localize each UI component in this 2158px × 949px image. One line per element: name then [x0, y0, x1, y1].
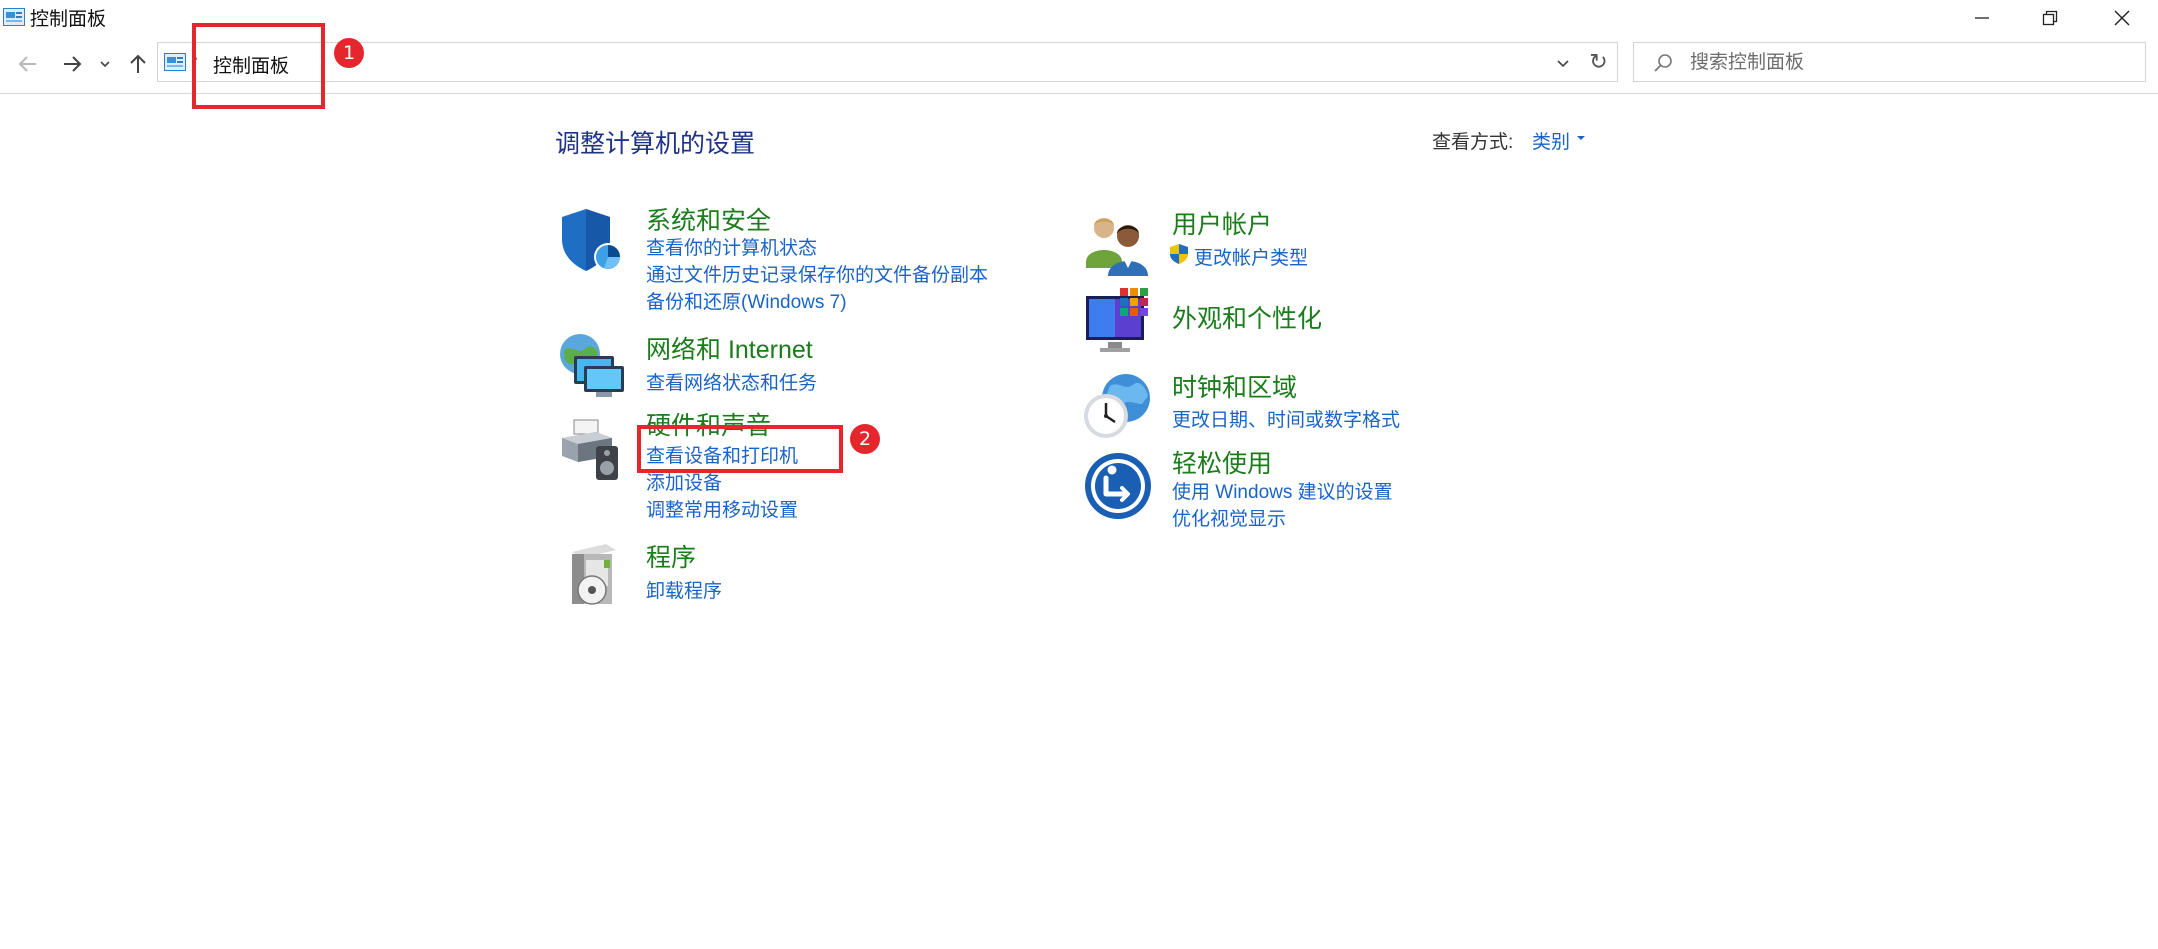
view-by-dropdown[interactable]: 类别 — [1532, 127, 1570, 154]
category-appearance-personalization[interactable]: 外观和个性化 — [1172, 299, 1322, 335]
up-button[interactable] — [122, 48, 154, 80]
address-history-dropdown[interactable] — [1548, 48, 1578, 78]
link-windows-suggested-settings[interactable]: 使用 Windows 建议的设置 — [1172, 477, 1393, 504]
window-title: 控制面板 — [30, 9, 107, 30]
search-input[interactable] — [1690, 49, 2130, 77]
minimize-icon — [1975, 17, 1989, 19]
user-accounts-icon[interactable] — [1082, 210, 1154, 282]
refresh-button[interactable]: ↻ — [1580, 42, 1618, 82]
link-change-account-type[interactable]: 更改帐户类型 — [1194, 243, 1308, 270]
annotation-marker-2: 2 — [850, 424, 880, 454]
control-panel-icon — [3, 8, 25, 26]
annotation-box-devices-printers — [637, 425, 843, 473]
arrow-up-icon — [130, 54, 146, 73]
chevron-down-icon — [1557, 60, 1569, 68]
link-backup-restore-win7[interactable]: 备份和还原(Windows 7) — [646, 287, 847, 314]
link-change-date-time-format[interactable]: 更改日期、时间或数字格式 — [1172, 405, 1400, 432]
link-mobility-settings[interactable]: 调整常用移动设置 — [646, 495, 798, 522]
printer-speaker-icon[interactable] — [556, 416, 628, 488]
category-ease-of-access[interactable]: 轻松使用 — [1172, 444, 1272, 480]
link-file-history-backup[interactable]: 通过文件历史记录保存你的文件备份副本 — [646, 260, 988, 287]
network-globe-icon[interactable] — [556, 330, 628, 402]
link-optimize-visual-display[interactable]: 优化视觉显示 — [1172, 504, 1286, 531]
appearance-personalization-icon[interactable] — [1082, 286, 1154, 358]
link-uninstall-program[interactable]: 卸载程序 — [646, 576, 722, 603]
view-by-label: 查看方式: — [1432, 132, 1514, 153]
category-system-security[interactable]: 系统和安全 — [646, 201, 771, 237]
close-icon — [2114, 10, 2130, 26]
arrow-right-icon — [64, 56, 82, 72]
link-view-network-status[interactable]: 查看网络状态和任务 — [646, 368, 817, 395]
minimize-button[interactable] — [1950, 0, 2014, 36]
programs-icon[interactable] — [560, 540, 632, 612]
annotation-marker-1: 1 — [334, 38, 364, 68]
restore-button[interactable] — [2018, 0, 2082, 36]
refresh-icon: ↻ — [1589, 49, 1608, 74]
search-icon — [1654, 54, 1672, 72]
category-clock-region[interactable]: 时钟和区域 — [1172, 368, 1297, 404]
arrow-left-icon — [18, 56, 36, 72]
close-button[interactable] — [2090, 0, 2154, 36]
annotation-box-address — [192, 23, 325, 109]
control-panel-icon — [164, 53, 186, 71]
shield-icon[interactable] — [556, 205, 628, 277]
uac-shield-icon — [1170, 244, 1188, 264]
forward-button[interactable] — [56, 48, 88, 80]
category-programs[interactable]: 程序 — [646, 538, 696, 574]
link-view-computer-status[interactable]: 查看你的计算机状态 — [646, 233, 817, 260]
restore-icon — [2042, 10, 2058, 26]
chevron-down-icon — [100, 61, 110, 68]
page-title: 调整计算机的设置 — [555, 130, 756, 158]
category-network-internet[interactable]: 网络和 Internet — [646, 330, 813, 366]
search-box[interactable] — [1633, 42, 2146, 82]
address-bar[interactable]: › 控制面板 — [157, 42, 1598, 82]
clock-globe-icon[interactable] — [1082, 370, 1154, 442]
back-button[interactable] — [12, 48, 44, 80]
category-user-accounts[interactable]: 用户帐户 — [1172, 205, 1272, 241]
ease-of-access-icon[interactable] — [1082, 450, 1154, 522]
caret-down-icon[interactable] — [1576, 134, 1586, 142]
recent-locations-button[interactable] — [94, 48, 116, 80]
